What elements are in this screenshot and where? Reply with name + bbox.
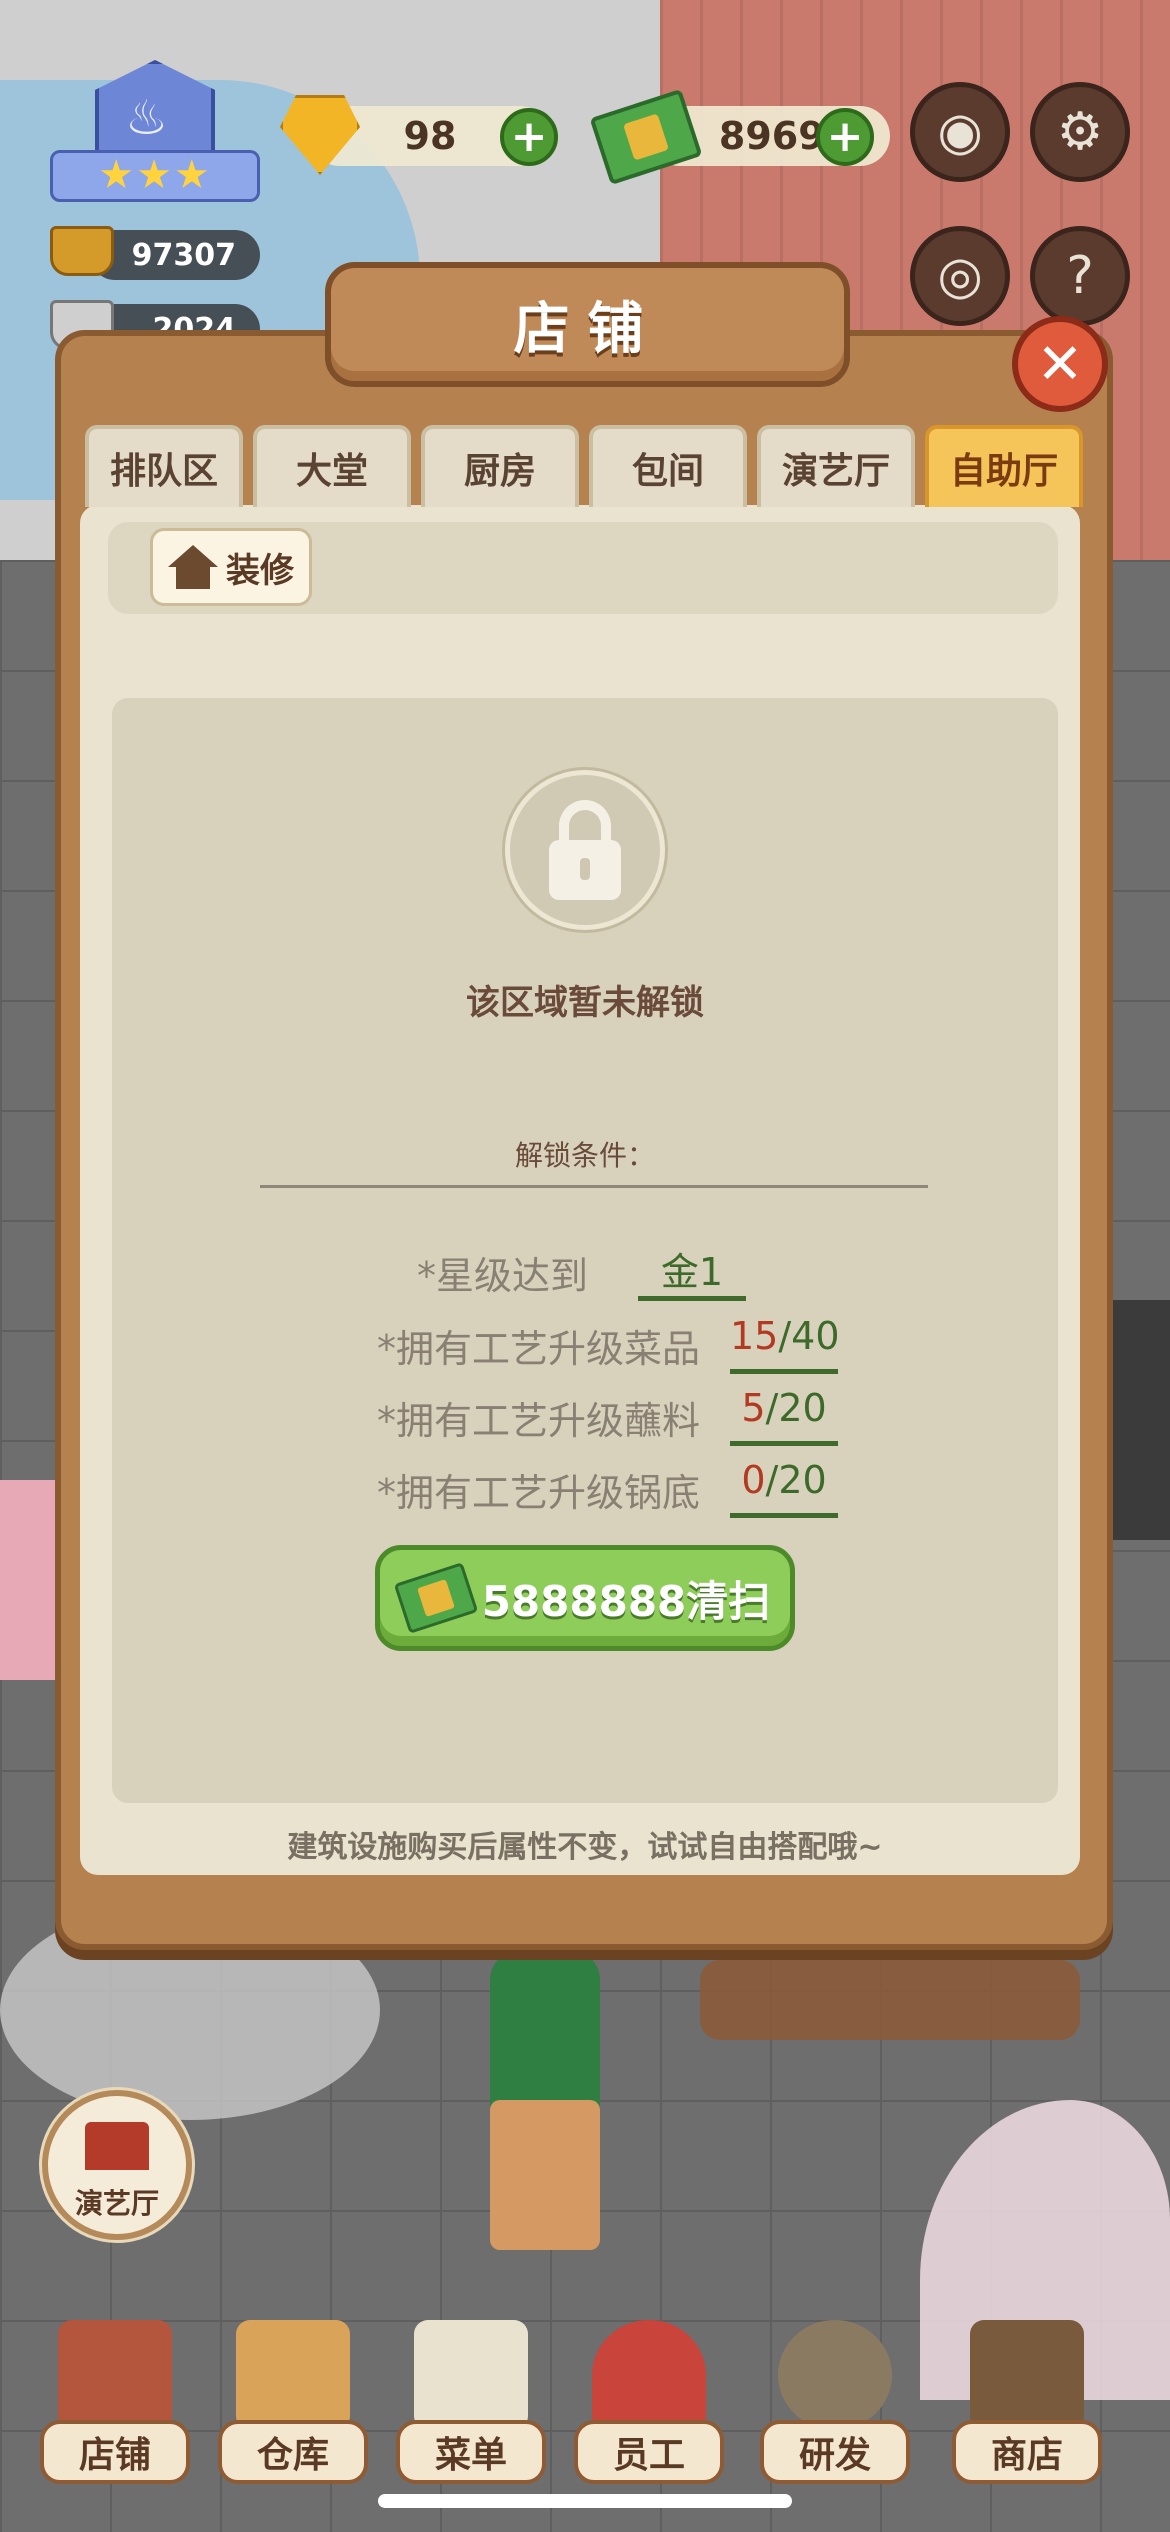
condition-label: *拥有工艺升级蘸料 (376, 1399, 700, 1443)
decorate-label: 装修 (226, 550, 294, 591)
gear-icon: ⚙ (1056, 102, 1104, 162)
nav-store[interactable]: 商店 (952, 2310, 1102, 2490)
add-cash-button[interactable]: + (816, 108, 874, 166)
shop-icon (58, 2320, 172, 2430)
tab-buffet-hall[interactable]: 自助厅 (925, 425, 1083, 507)
panel-title-text: 店铺 (513, 297, 662, 362)
nav-label: 仓库 (218, 2420, 368, 2484)
pot-count: 97307 (131, 237, 236, 273)
condition-current: 5 (741, 1386, 766, 1430)
camera-button[interactable]: ◉ (910, 82, 1010, 182)
dining-chairs (700, 1960, 1080, 2040)
tab-kitchen[interactable]: 厨房 (421, 425, 579, 507)
tab-label: 自助厅 (949, 451, 1058, 492)
condition-value: 0/20 (730, 1458, 838, 1518)
area-tabs: 排队区 大堂 厨房 包间 演艺厅 自助厅 (85, 425, 1085, 507)
nav-research[interactable]: 研发 (760, 2310, 910, 2490)
gem-count: 98 (403, 114, 457, 158)
hotpot-emblem-icon: ♨ (125, 90, 169, 146)
nav-label: 店铺 (40, 2420, 190, 2484)
plant-pot (490, 2100, 600, 2250)
book-help-icon: ? (1066, 246, 1094, 306)
condition-star-level: *星级达到 金1 (250, 1237, 950, 1301)
tab-label: 包间 (631, 451, 704, 492)
panel-title: 店铺 (325, 262, 850, 387)
nav-shop[interactable]: 店铺 (40, 2310, 190, 2490)
wok-icon (778, 2320, 892, 2430)
stage-hall-label: 演艺厅 (74, 2187, 159, 2220)
unlock-conditions-title: 解锁条件： (514, 1139, 655, 1172)
view-button[interactable]: ◎ (910, 226, 1010, 326)
condition-label: *星级达到 (416, 1254, 588, 1298)
plus-icon: + (826, 111, 864, 162)
condition-label: *拥有工艺升级菜品 (376, 1327, 700, 1371)
camera-icon: ◉ (937, 102, 983, 162)
chef-icon (592, 2320, 706, 2430)
cash-icon (393, 1562, 478, 1634)
settings-button[interactable]: ⚙ (1030, 82, 1130, 182)
condition-current: 0 (741, 1458, 766, 1502)
tab-stage-hall[interactable]: 演艺厅 (757, 425, 915, 507)
nav-label: 员工 (574, 2420, 724, 2484)
clean-button-label: 5888888清扫 (481, 1576, 771, 1626)
condition-total: /20 (765, 1458, 827, 1502)
condition-value: 15/40 (730, 1314, 840, 1374)
stage-icon (85, 2122, 149, 2170)
clean-button[interactable]: 5888888清扫 (375, 1545, 795, 1651)
tab-label: 厨房 (463, 451, 536, 492)
nav-label: 菜单 (396, 2420, 546, 2484)
condition-value: 5/20 (730, 1386, 838, 1446)
condition-total: /20 (765, 1386, 827, 1430)
close-button[interactable]: ✕ (1012, 316, 1108, 412)
footer-tip: 建筑设施购买后属性不变，试试自由搭配哦~ (287, 1830, 883, 1865)
condition-value: 金1 (638, 1241, 746, 1301)
decorate-button[interactable]: 装修 (150, 528, 312, 606)
rank-badge[interactable]: ♨ ★★★ (50, 60, 260, 210)
nav-staff[interactable]: 员工 (574, 2310, 724, 2490)
tab-label: 大堂 (295, 451, 368, 492)
tab-label: 排队区 (109, 451, 218, 492)
nav-label: 商店 (952, 2420, 1102, 2484)
tab-label: 演艺厅 (781, 451, 890, 492)
close-icon: ✕ (1036, 331, 1084, 397)
add-gems-button[interactable]: + (500, 108, 558, 166)
locked-message: 该区域暂未解锁 (466, 983, 704, 1023)
rank-stars: ★★★ (98, 152, 212, 198)
nav-warehouse[interactable]: 仓库 (218, 2310, 368, 2490)
boxes-icon (236, 2320, 350, 2430)
side-table (1110, 1300, 1170, 1540)
nav-label: 研发 (760, 2420, 910, 2484)
plus-icon: + (510, 111, 548, 162)
tab-lobby[interactable]: 大堂 (253, 425, 411, 507)
condition-broths: *拥有工艺升级锅底 0/20 (250, 1454, 950, 1518)
lock-keyhole (580, 858, 590, 880)
tab-private-room[interactable]: 包间 (589, 425, 747, 507)
condition-label: *拥有工艺升级锅底 (376, 1471, 700, 1515)
condition-current: 15 (730, 1314, 779, 1358)
nav-menu[interactable]: 菜单 (396, 2310, 546, 2490)
divider (260, 1185, 928, 1188)
condition-sauces: *拥有工艺升级蘸料 5/20 (250, 1382, 950, 1446)
guide-button[interactable]: ? (1030, 226, 1130, 326)
tab-queue[interactable]: 排队区 (85, 425, 243, 507)
condition-dishes: *拥有工艺升级菜品 15/40 (250, 1310, 950, 1374)
clipboard-icon (414, 2320, 528, 2430)
house-icon (168, 545, 218, 589)
home-indicator[interactable] (378, 2494, 792, 2508)
hotpot-icon (50, 226, 114, 276)
condition-total: /40 (778, 1314, 840, 1358)
storefront-icon (970, 2320, 1084, 2430)
eye-icon: ◎ (937, 246, 983, 306)
pot-counter: 97307 (90, 230, 260, 280)
